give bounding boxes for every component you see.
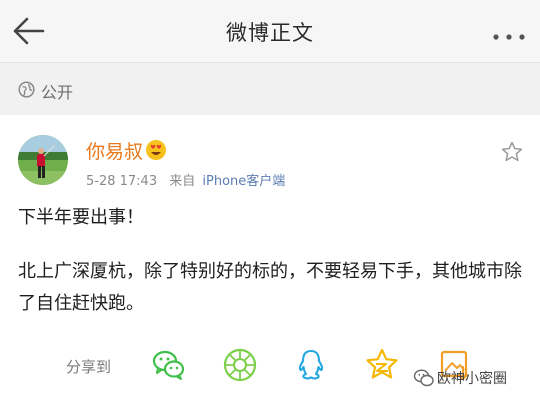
author-name[interactable]: 你易叔 bbox=[86, 137, 143, 164]
moments-icon bbox=[223, 348, 257, 382]
qzone-icon bbox=[366, 348, 398, 379]
emoji-badge-icon bbox=[146, 140, 166, 160]
globe-icon bbox=[18, 81, 35, 98]
via-label: 来自 bbox=[169, 174, 196, 189]
post-meta: 5-28 17:43 来自 iPhone客户端 bbox=[86, 170, 285, 189]
watermark-text: 欧神小密圈 bbox=[437, 371, 507, 387]
star-outline-icon[interactable] bbox=[500, 140, 524, 164]
share-label: 分享到 bbox=[66, 358, 112, 376]
top-bar: 微博正文 bbox=[0, 0, 540, 63]
share-wechat-button[interactable] bbox=[151, 347, 187, 383]
more-dots-icon bbox=[493, 34, 525, 40]
share-moments-button[interactable] bbox=[222, 347, 258, 383]
post-card: 你易叔 5-28 17:43 来自 iPhone客户端 下半年要出事！ 北上广深… bbox=[0, 115, 540, 410]
post-time: 5-28 17:43 bbox=[86, 174, 158, 189]
avatar-image bbox=[18, 135, 68, 185]
post-text-paragraph: 北上广深厦杭，除了特别好的标的，不要轻易下手，其他城市除了自住赶快跑。 bbox=[18, 261, 522, 314]
avatar[interactable] bbox=[18, 135, 68, 185]
page-title: 微博正文 bbox=[226, 21, 314, 45]
wechat-logo-icon bbox=[413, 369, 434, 387]
wechat-icon bbox=[152, 350, 185, 380]
share-qzone-button[interactable] bbox=[364, 347, 400, 383]
visibility-bar: 公开 bbox=[0, 63, 540, 115]
more-button[interactable] bbox=[492, 27, 526, 40]
visibility-label: 公开 bbox=[41, 83, 74, 102]
qq-icon bbox=[298, 349, 324, 380]
share-qq-button[interactable] bbox=[293, 347, 329, 383]
client-link[interactable]: iPhone客户端 bbox=[202, 174, 285, 189]
post-text-line: 下半年要出事！ bbox=[18, 207, 144, 228]
